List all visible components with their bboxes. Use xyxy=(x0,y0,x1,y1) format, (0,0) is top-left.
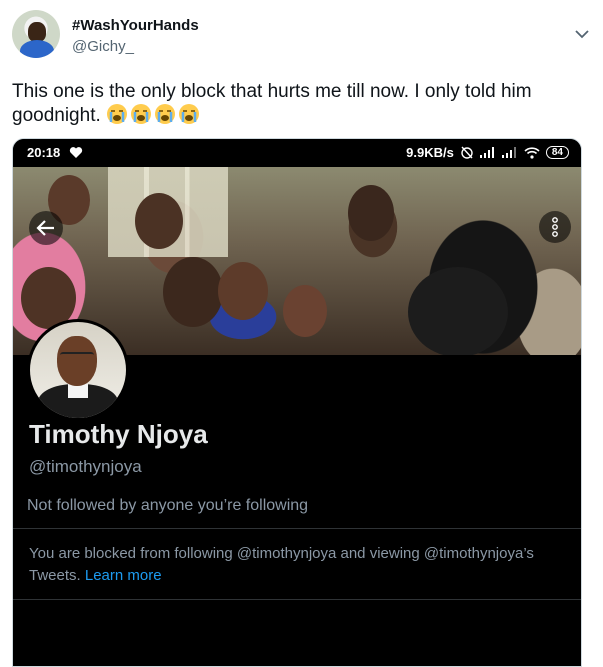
profile-handle: @timothynjoya xyxy=(29,457,142,476)
display-name[interactable]: #WashYourHands xyxy=(72,17,199,34)
loudly-crying-face-icon xyxy=(131,104,152,124)
user-handle[interactable]: @Gichy_ xyxy=(72,38,134,55)
status-indicators: 9.9KB/s 84 xyxy=(406,145,569,160)
crying-emoji-group xyxy=(106,104,202,126)
profile-name: Timothy Njoya xyxy=(29,419,208,449)
wifi-icon xyxy=(524,146,540,159)
loudly-crying-face-icon xyxy=(155,104,176,124)
tweet-header: #WashYourHands @Gichy_ xyxy=(12,10,592,60)
attached-screenshot[interactable]: 20:18 9.9KB/s 84 Timothy Njoya @timothyn… xyxy=(12,138,582,667)
loudly-crying-face-icon xyxy=(107,104,128,124)
avatar-head xyxy=(28,22,46,42)
avatar-glasses xyxy=(60,352,94,362)
divider xyxy=(13,528,581,529)
battery-indicator: 84 xyxy=(545,146,569,159)
more-options-button[interactable] xyxy=(539,211,571,243)
banner-figure xyxy=(163,257,223,327)
banner-figure xyxy=(135,193,183,249)
tweet-body: This one is the only block that hurts me… xyxy=(12,81,532,126)
blocked-notice: You are blocked from following @timothyn… xyxy=(29,543,569,587)
avatar-body xyxy=(20,40,54,58)
status-time: 20:18 xyxy=(27,145,61,160)
followed-by-note: Not followed by anyone you’re following xyxy=(27,497,309,514)
network-speed: 9.9KB/s xyxy=(406,145,454,160)
chevron-down-icon[interactable] xyxy=(572,24,592,44)
alarm-off-icon xyxy=(461,146,473,159)
more-vertical-icon xyxy=(552,217,558,237)
status-bar: 20:18 9.9KB/s 84 xyxy=(13,139,581,167)
banner-figure xyxy=(408,267,508,355)
divider xyxy=(13,599,581,600)
signal-icon xyxy=(501,147,516,158)
learn-more-link[interactable]: Learn more xyxy=(85,567,162,584)
profile-avatar[interactable] xyxy=(27,319,129,421)
banner-figure xyxy=(218,262,268,320)
avatar-collar xyxy=(68,384,88,398)
tweet-text: This one is the only block that hurts me… xyxy=(12,80,582,127)
banner-figure xyxy=(283,285,327,337)
signal-icon xyxy=(479,147,494,158)
loudly-crying-face-icon xyxy=(179,104,200,124)
back-button[interactable] xyxy=(29,211,63,245)
banner-figure xyxy=(348,185,394,241)
arrow-left-icon xyxy=(36,220,54,236)
avatar[interactable] xyxy=(12,10,60,58)
heart-icon xyxy=(69,147,83,158)
